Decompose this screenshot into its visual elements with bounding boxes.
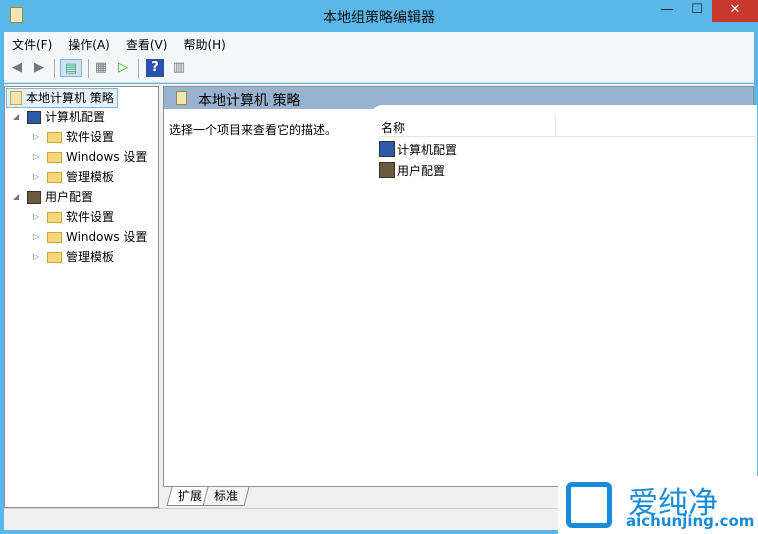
tab-standard[interactable]: 标准: [202, 487, 250, 506]
tree-item-windows-settings[interactable]: ▷ Windows 设置: [33, 147, 147, 167]
description-text: 选择一个项目来查看它的描述。: [169, 123, 338, 137]
forward-arrow-icon[interactable]: ▶: [30, 59, 48, 77]
tree-label: 管理模板: [66, 250, 115, 264]
list-item-computer-config[interactable]: 计算机配置: [379, 139, 457, 159]
collapsed-arrow-icon[interactable]: ▷: [33, 227, 43, 247]
expanded-arrow-icon[interactable]: ◢: [13, 187, 23, 207]
tree-label: 本地计算机 策略: [26, 91, 114, 105]
tree-item-user-software-settings[interactable]: ▷ 软件设置: [33, 207, 114, 227]
column-label: 名称: [381, 121, 406, 135]
divider: [54, 59, 55, 78]
collapsed-arrow-icon[interactable]: ▷: [33, 147, 43, 167]
tree-item-user-config[interactable]: ◢ 用户配置: [13, 187, 93, 207]
divider: [88, 59, 89, 78]
watermark: 爱纯净 aichunjing.com: [558, 476, 758, 534]
tree-item-computer-config[interactable]: ◢ 计算机配置: [13, 107, 105, 127]
computer-icon: [379, 141, 395, 157]
window-title: 本地组策略编辑器: [323, 10, 435, 26]
collapsed-arrow-icon[interactable]: ▷: [33, 247, 43, 267]
tree-label: 计算机配置: [45, 110, 106, 124]
divider: [138, 59, 139, 78]
close-button[interactable]: ✕: [712, 0, 758, 22]
menu-view[interactable]: 查看(V): [118, 32, 176, 54]
export-list-icon[interactable]: ▷: [114, 59, 132, 77]
show-tree-icon[interactable]: ▤: [60, 59, 82, 77]
menu-action[interactable]: 操作(A): [60, 32, 118, 54]
view-tabs: 扩展 标准: [163, 487, 558, 508]
minimize-button[interactable]: —: [652, 0, 682, 22]
list-item-user-config[interactable]: 用户配置: [379, 160, 445, 180]
policy-icon: [176, 91, 187, 105]
collapsed-arrow-icon[interactable]: ▷: [33, 207, 43, 227]
tree-item-software-settings[interactable]: ▷ 软件设置: [33, 127, 114, 147]
tab-label: 标准: [214, 489, 239, 503]
tree-label: Windows 设置: [66, 150, 148, 164]
menu-bar: 文件(F) 操作(A) 查看(V) 帮助(H): [4, 32, 754, 54]
user-icon: [27, 190, 41, 204]
tree-label: Windows 设置: [66, 230, 148, 244]
back-arrow-icon[interactable]: ◀: [8, 59, 26, 77]
tree-label: 管理模板: [66, 170, 115, 184]
computer-icon: [27, 110, 41, 124]
tree-item-user-admin-templates[interactable]: ▷ 管理模板: [33, 247, 114, 267]
item-label: 用户配置: [397, 163, 446, 178]
details-pane: 本地计算机 策略 选择一个项目来查看它的描述。 名称 计算机配置 用户配置: [163, 86, 758, 487]
folder-icon: [47, 171, 62, 183]
column-divider[interactable]: [555, 115, 556, 137]
user-icon: [379, 162, 395, 178]
properties-icon[interactable]: ▦: [92, 59, 110, 77]
policy-icon: [10, 91, 22, 105]
menu-help[interactable]: 帮助(H): [175, 32, 233, 54]
watermark-en: aichunjing.com: [626, 512, 755, 530]
tree-item-root[interactable]: 本地计算机 策略: [6, 88, 118, 108]
items-list: 名称 计算机配置 用户配置: [369, 105, 758, 485]
folder-icon: [47, 251, 62, 263]
navigation-tree: 本地计算机 策略 ◢ 计算机配置 ▷ 软件设置 ▷ Windows 设置 ▷ 管理模板…: [4, 86, 159, 508]
tree-label: 软件设置: [66, 130, 115, 144]
menu-file[interactable]: 文件(F): [4, 32, 60, 54]
item-label: 计算机配置: [397, 142, 458, 157]
column-header-name[interactable]: 名称: [379, 115, 758, 137]
help-icon[interactable]: ?: [146, 59, 164, 77]
collapsed-arrow-icon[interactable]: ▷: [33, 167, 43, 187]
tree-label: 软件设置: [66, 210, 115, 224]
folder-icon: [47, 131, 62, 143]
tree-item-user-windows-settings[interactable]: ▷ Windows 设置: [33, 227, 147, 247]
collapsed-arrow-icon[interactable]: ▷: [33, 127, 43, 147]
folder-icon: [47, 151, 62, 163]
toolbar: ◀ ▶ ▤ ▦ ▷ ? ▥: [4, 54, 754, 83]
details-title: 本地计算机 策略: [198, 93, 301, 109]
tree-item-admin-templates[interactable]: ▷ 管理模板: [33, 167, 114, 187]
folder-icon: [47, 231, 62, 243]
expanded-arrow-icon[interactable]: ◢: [13, 107, 23, 127]
tab-label: 扩展: [178, 489, 203, 503]
tree-label: 用户配置: [45, 190, 94, 204]
show-action-pane-icon[interactable]: ▥: [170, 59, 188, 77]
watermark-logo: [566, 482, 612, 528]
title-bar: 本地组策略编辑器 — ☐ ✕: [0, 0, 758, 32]
folder-icon: [47, 211, 62, 223]
maximize-button[interactable]: ☐: [682, 0, 712, 22]
